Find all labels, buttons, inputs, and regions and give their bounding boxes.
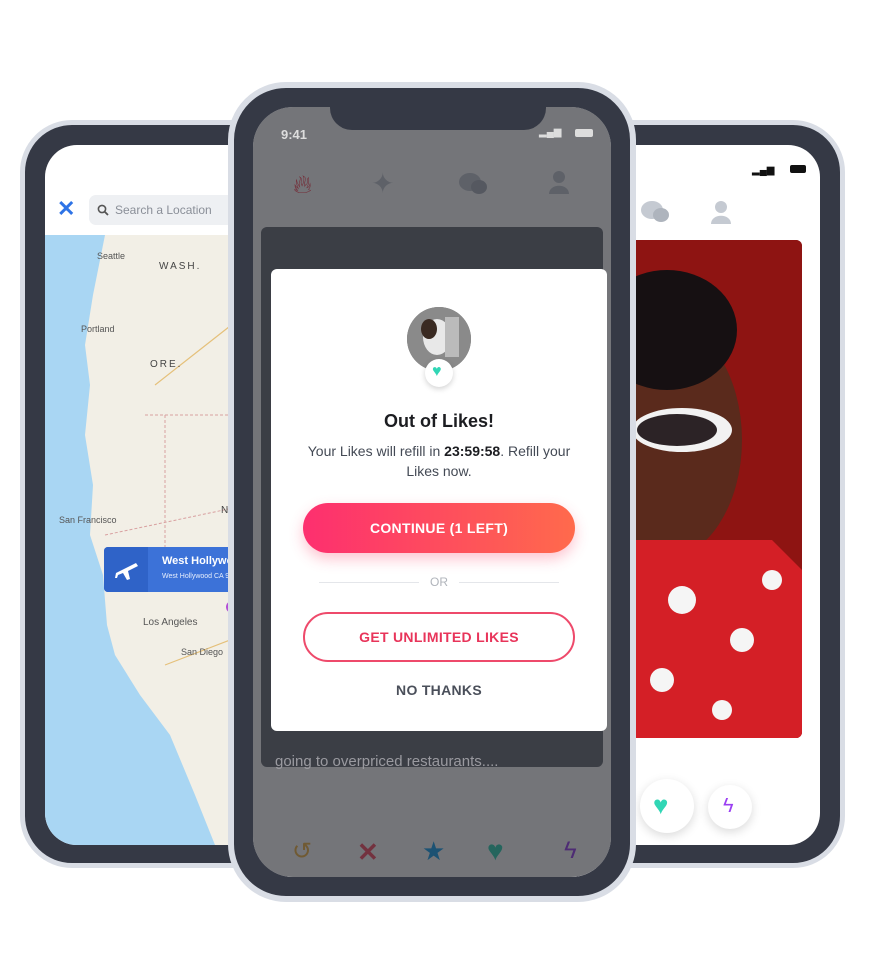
signal-icon: ▂▄▆ [539, 127, 562, 138]
battery-icon [575, 129, 593, 137]
map-region-label: ORE. [150, 359, 183, 370]
map-city-label: Seattle [97, 251, 126, 261]
map-city-label: Los Angeles [143, 617, 198, 628]
like-button[interactable]: ♥ [640, 779, 694, 833]
heart-icon: ♥ [653, 790, 669, 820]
continue-button[interactable]: CONTINUE (1 LEFT) [303, 503, 575, 553]
battery-icon [790, 165, 806, 173]
signal-icon: ▂▄▆ [752, 165, 775, 176]
phone-notch [330, 100, 546, 130]
map-region-label: WASH. [159, 261, 202, 272]
no-thanks-button[interactable]: NO THANKS [271, 682, 607, 698]
heart-icon: ♥ [432, 363, 442, 380]
search-placeholder: Search a Location [115, 203, 212, 217]
close-icon[interactable]: ✕ [57, 196, 75, 222]
airplane-icon [104, 547, 148, 592]
center-phone-frame: 🔥︎ ✦ ↺ ✕ ★ ♥ ϟ 9:41 ▂▄▆ going to overpri… [228, 82, 636, 902]
out-of-likes-dialog: ♥ Out of Likes! Your Likes will refill i… [271, 269, 607, 731]
swipe-screen: 🔥︎ ✦ ↺ ✕ ★ ♥ ϟ 9:41 ▂▄▆ going to overpri… [253, 107, 611, 877]
profile-photo[interactable] [622, 240, 802, 738]
dialog-title: Out of Likes! [383, 411, 494, 431]
boost-button[interactable]: ϟ [708, 785, 752, 829]
messages-icon[interactable] [640, 199, 670, 230]
dialog-message: Your Likes will refill in 23:59:58. Refi… [299, 441, 579, 481]
get-unlimited-likes-button[interactable]: GET UNLIMITED LIKES [303, 612, 575, 662]
status-time: 9:41 [281, 127, 308, 142]
or-separator: OR [430, 575, 448, 589]
map-city-label: San Francisco [59, 515, 117, 525]
profile-photo-illustration [622, 240, 802, 738]
heart-badge: ♥ [425, 359, 453, 387]
location-subtitle: West Hollywood CA 900 [162, 573, 237, 580]
lightning-icon: ϟ [723, 795, 734, 817]
message-prefix: Your Likes will refill in [307, 443, 445, 459]
profile-icon[interactable] [710, 199, 732, 230]
map-city-label: San Diego [181, 647, 224, 657]
refill-timer: 23:59:58 [444, 443, 501, 459]
profile-bio-text: going to overpriced restaurants.... [275, 753, 499, 770]
search-icon [97, 203, 109, 221]
map-city-label: Portland [81, 324, 115, 334]
